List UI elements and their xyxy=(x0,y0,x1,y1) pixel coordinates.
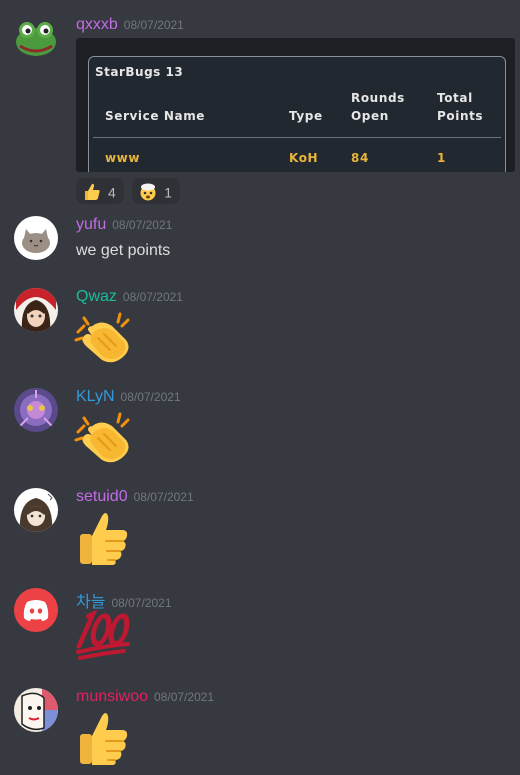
timestamp: 08/07/2021 xyxy=(112,218,173,232)
reaction-bar: 4 1 xyxy=(76,178,184,206)
header-total-line1: Total xyxy=(437,91,473,105)
table-divider xyxy=(93,137,501,138)
message-header: qxxxb 08/07/2021 xyxy=(76,16,184,36)
clapping-hands-icon xyxy=(74,410,132,471)
frog-avatar[interactable] xyxy=(14,16,58,60)
reaction-thumbs-up[interactable]: 4 xyxy=(76,178,124,204)
timestamp: 08/07/2021 xyxy=(123,18,184,32)
cat-avatar[interactable] xyxy=(14,216,58,260)
hundred-points-icon xyxy=(74,609,132,665)
cell-rounds-open: 84 xyxy=(351,151,369,165)
username[interactable]: setuid0 xyxy=(76,488,128,505)
cell-service-name: www xyxy=(105,151,141,165)
header-type: Type xyxy=(289,109,323,123)
username[interactable]: munsiwoo xyxy=(76,688,148,705)
username[interactable]: 차늘 xyxy=(76,594,105,611)
username[interactable]: Qwaz xyxy=(76,288,117,305)
timestamp: 08/07/2021 xyxy=(122,290,183,304)
sketch-girl-avatar[interactable] xyxy=(14,488,58,532)
purple-art-avatar[interactable] xyxy=(14,388,58,432)
message-header: 차늘 08/07/2021 xyxy=(76,588,172,611)
message-text: we get points xyxy=(76,242,171,259)
reaction-count: 4 xyxy=(108,184,116,201)
thumbs-up-icon xyxy=(74,510,132,571)
message-header: munsiwoo 08/07/2021 xyxy=(76,688,214,708)
message-header: setuid0 08/07/2021 xyxy=(76,488,194,508)
reaction-count: 1 xyxy=(164,184,173,201)
reaction-exploding-head[interactable]: 1 xyxy=(132,178,181,204)
header-rounds-open: Rounds Open xyxy=(351,89,405,125)
username[interactable]: KLyN xyxy=(76,388,115,405)
clapping-hands-icon xyxy=(74,310,132,371)
cell-total-points: 1 xyxy=(437,151,446,165)
header-rounds-line2: Open xyxy=(351,109,389,123)
face-art-avatar[interactable] xyxy=(14,688,58,732)
header-service-name: Service Name xyxy=(105,109,206,123)
timestamp: 08/07/2021 xyxy=(120,390,181,404)
discord-default-avatar[interactable] xyxy=(14,588,58,632)
header-rounds-line1: Rounds xyxy=(351,91,405,105)
message-header: Qwaz 08/07/2021 xyxy=(76,288,183,308)
scoreboard-title: StarBugs 13 xyxy=(95,65,184,79)
chat-message-list: qxxxb 08/07/2021 StarBugs 13 Service Name… xyxy=(0,0,520,775)
anime-girl-avatar[interactable] xyxy=(14,288,58,332)
thumbs-up-icon xyxy=(74,710,132,771)
thumbs-up-icon xyxy=(85,184,100,201)
message-header: yufu 08/07/2021 xyxy=(76,216,172,236)
scoreboard-image-attachment[interactable]: StarBugs 13 Service Name Type Rounds Ope… xyxy=(76,38,515,172)
timestamp: 08/07/2021 xyxy=(111,596,172,610)
username[interactable]: yufu xyxy=(76,216,106,233)
cell-type: KoH xyxy=(289,151,319,165)
header-total-line2: Points xyxy=(437,109,484,123)
message-header: KLyN 08/07/2021 xyxy=(76,388,181,408)
username[interactable]: qxxxb xyxy=(76,16,118,33)
exploding-head-icon xyxy=(140,183,156,201)
timestamp: 08/07/2021 xyxy=(133,490,194,504)
header-total-points: Total Points xyxy=(437,89,483,125)
timestamp: 08/07/2021 xyxy=(154,690,215,704)
scoreboard-table: StarBugs 13 Service Name Type Rounds Ope… xyxy=(88,56,506,172)
